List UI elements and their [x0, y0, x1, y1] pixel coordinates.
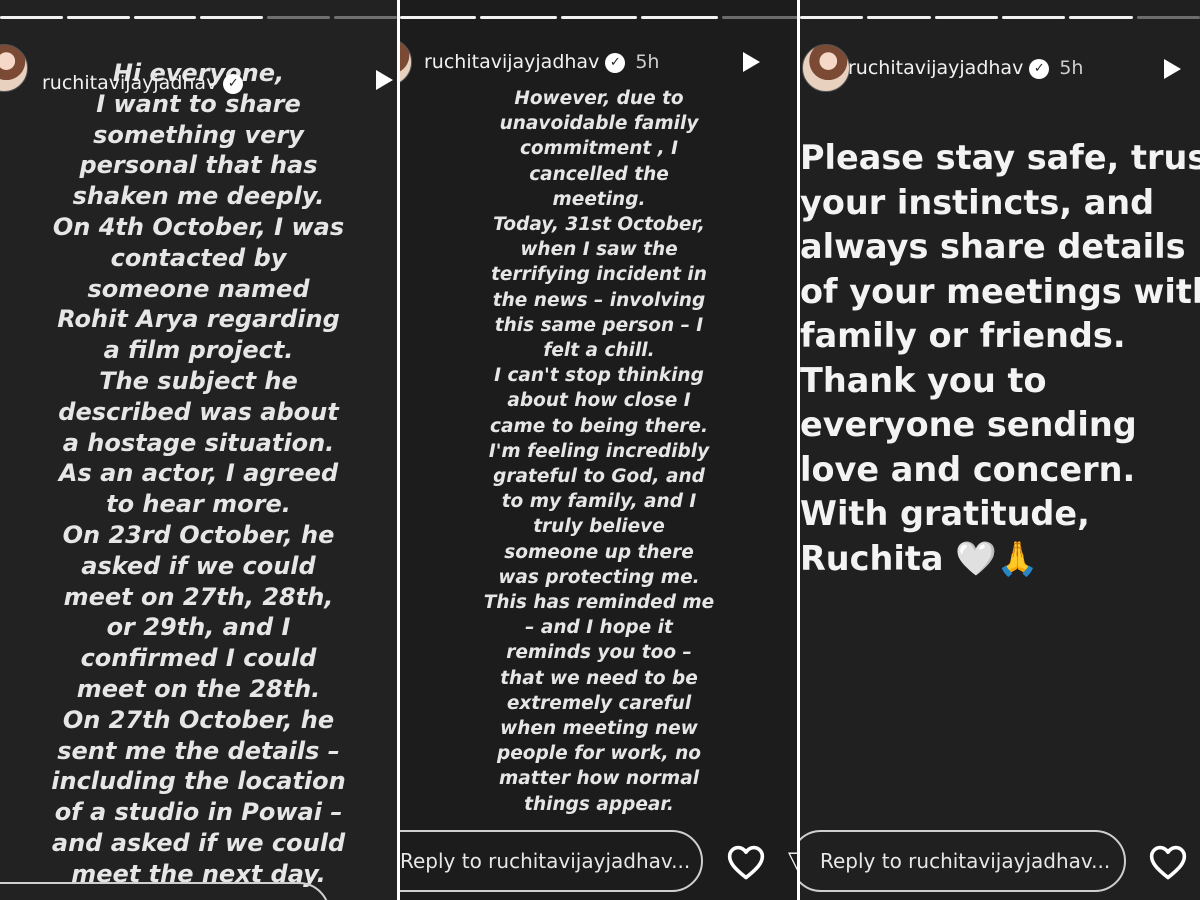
story-progress-bar [0, 16, 397, 20]
story-panel-2: ruchitavijayjadhav ✓ 5h However, due to un… [400, 0, 798, 900]
story-header: ruchitavijayjadhav ✓ 5h [800, 44, 1200, 94]
story-header: ruchitavijayjadhav ✓ [0, 44, 397, 94]
time-ago: 5h [635, 51, 660, 73]
heart-icon[interactable] [1148, 844, 1188, 880]
username[interactable]: ruchitavijayjadhav [848, 57, 1023, 79]
time-ago: 5h [1059, 57, 1084, 79]
verified-badge-icon: ✓ [1029, 59, 1050, 79]
username[interactable]: ruchitavijayjadhav [424, 51, 599, 73]
reply-input[interactable]: Reply to ruchitavijayjadhav... [800, 830, 1126, 892]
verified-badge-icon: ✓ [605, 53, 626, 73]
reply-placeholder: Reply to ruchitavijayjadhav... [400, 849, 691, 873]
heart-icon[interactable] [726, 844, 766, 880]
reply-input[interactable] [0, 882, 330, 900]
play-icon[interactable] [743, 52, 760, 72]
story-progress-bar [800, 16, 1200, 20]
play-icon[interactable] [1164, 59, 1181, 79]
reply-placeholder: Reply to ruchitavijayjadhav... [820, 849, 1111, 873]
story-text: Hi everyone, I want to share something v… [51, 59, 346, 888]
avatar[interactable] [400, 38, 412, 86]
story-panel-3: ruchitavijayjadhav ✓ 5h Please stay safe, … [800, 0, 1200, 900]
reply-input[interactable]: Reply to ruchitavijayjadhav... [400, 830, 703, 892]
avatar[interactable] [0, 44, 28, 92]
avatar[interactable] [802, 44, 850, 92]
story-text: Please stay safe, trust your instincts, … [800, 138, 1200, 578]
verified-badge-icon: ✓ [223, 74, 244, 94]
story-progress-bar [400, 16, 798, 20]
story-collage: Hi everyone, I want to share something v… [0, 0, 1200, 900]
story-panel-1: Hi everyone, I want to share something v… [0, 0, 397, 900]
play-icon[interactable] [376, 70, 393, 90]
story-text: However, due to unavoidable family commi… [483, 88, 715, 815]
username[interactable]: ruchitavijayjadhav [42, 72, 217, 94]
